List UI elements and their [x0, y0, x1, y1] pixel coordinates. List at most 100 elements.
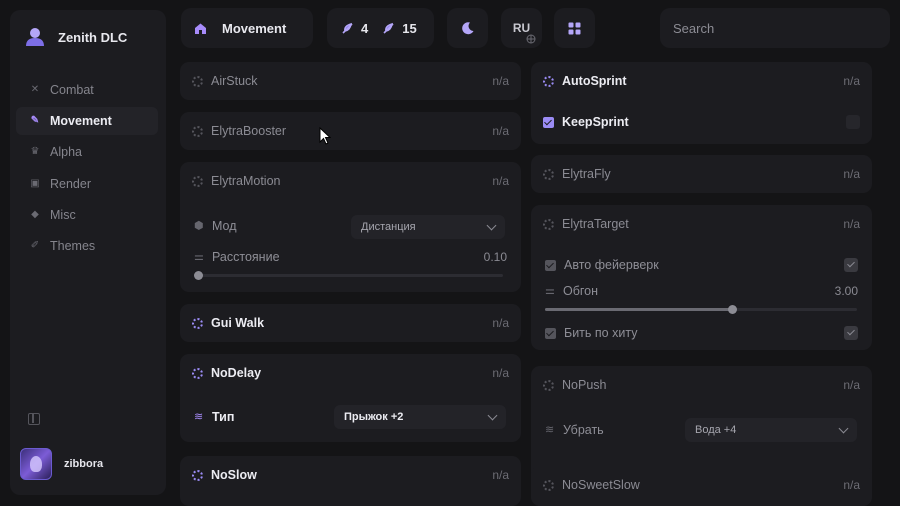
gear-icon[interactable] [192, 317, 203, 329]
keybind-label[interactable]: n/a [492, 174, 509, 188]
checkbox-checked-icon[interactable] [543, 116, 554, 128]
language-label: RU [512, 21, 531, 35]
keybind-label[interactable]: n/a [843, 217, 860, 231]
keybind-label[interactable]: n/a [492, 316, 509, 330]
gear-icon[interactable] [543, 479, 554, 491]
sidebar-item-label: Alpha [50, 145, 82, 160]
keybind-label[interactable]: n/a [843, 74, 860, 88]
distance-slider-track[interactable] [194, 271, 503, 280]
language-button[interactable]: RU [501, 8, 542, 48]
gear-icon[interactable] [192, 125, 203, 137]
theme-toggle-button[interactable] [447, 8, 488, 48]
slider-value: 3.00 [834, 284, 858, 298]
image-icon: ▣ [30, 177, 40, 189]
setting-hit[interactable]: Бить по хиту [545, 323, 858, 343]
keybind-label[interactable]: n/a [843, 167, 860, 181]
crown-icon: ♛ [30, 146, 40, 158]
module-card-noslow[interactable]: NoSlow n/a [180, 456, 521, 506]
select-value: Вода +4 [695, 424, 737, 436]
total-count-value: 15 [402, 20, 417, 36]
sidebar-item-render[interactable]: ▣ Render [16, 170, 158, 198]
user-profile[interactable]: zibbora [20, 448, 103, 480]
sidebar-item-misc[interactable]: ◆ Misc [16, 201, 158, 229]
module-name: ElytraFly [562, 167, 611, 181]
grid-view-button[interactable] [554, 8, 595, 48]
distance-slider-knob[interactable] [194, 271, 203, 280]
sidebar-collapse-icon[interactable] [28, 413, 40, 425]
sidebar-item-themes[interactable]: ✐ Themes [16, 232, 158, 260]
sidebar-item-movement[interactable]: ✎ Movement [16, 107, 158, 136]
keepsprint-toggle[interactable] [846, 115, 860, 129]
avatar [20, 448, 52, 480]
module-card-airstuck[interactable]: AirStuck n/a [180, 62, 521, 100]
search-box[interactable] [660, 8, 890, 48]
keybind-label[interactable]: n/a [492, 74, 509, 88]
brand-name: Zenith DLC [58, 29, 128, 45]
mouse-cursor-icon [319, 127, 331, 145]
gear-icon[interactable] [192, 175, 203, 187]
gear-icon[interactable] [543, 379, 554, 391]
username: zibbora [64, 458, 104, 470]
module-name: AutoSprint [562, 74, 627, 88]
breadcrumb[interactable]: Movement [181, 8, 313, 48]
grid-icon [568, 22, 581, 34]
sidebar-item-label: Themes [50, 238, 96, 253]
keybind-label[interactable]: n/a [492, 366, 509, 380]
sidebar-item-label: Misc [50, 207, 76, 222]
auto-firework-check[interactable] [844, 258, 858, 272]
slider-value: 0.10 [483, 250, 507, 264]
enabled-count-value: 4 [361, 20, 369, 36]
cube-icon: ⬢ [194, 219, 204, 232]
module-name: NoPush [562, 378, 607, 392]
module-card-nodelay[interactable]: NoDelay n/a ≋ Тип Прыжок +2 [180, 354, 521, 442]
search-input[interactable] [673, 20, 873, 36]
gear-icon[interactable] [543, 75, 554, 87]
keybind-label[interactable]: n/a [843, 478, 860, 492]
chevron-down-icon [486, 220, 497, 230]
module-name: NoSweetSlow [562, 478, 640, 492]
brush-icon: ✐ [30, 239, 40, 251]
module-name: ElytraMotion [211, 174, 281, 188]
keybind-label[interactable]: n/a [492, 124, 509, 138]
module-name: AirStuck [211, 74, 258, 88]
chevron-down-icon [838, 423, 849, 433]
sidebar-item-alpha[interactable]: ♛ Alpha [16, 138, 158, 166]
layers-icon: ≋ [545, 423, 555, 436]
setting-keepsprint[interactable]: KeepSprint [543, 112, 860, 132]
setting-label: Бить по хиту [564, 326, 638, 340]
remove-select[interactable]: Вода +4 [685, 418, 857, 442]
module-card-elytrabooster[interactable]: ElytraBooster n/a [180, 112, 521, 150]
hit-check[interactable] [844, 326, 858, 340]
module-name: Gui Walk [211, 316, 265, 330]
sliders-icon: ⚌ [545, 284, 555, 297]
overtake-slider-track[interactable] [545, 305, 857, 314]
overtake-slider-knob[interactable] [728, 305, 738, 314]
brand-logo-icon [26, 28, 44, 46]
gear-icon[interactable] [543, 168, 554, 180]
module-card-nosweetslow[interactable]: NoSweetSlow n/a [531, 466, 872, 506]
module-name: NoSlow [211, 468, 257, 482]
sliders-icon: ⚌ [194, 250, 204, 263]
keybind-label[interactable]: n/a [492, 468, 509, 482]
gear-icon[interactable] [543, 218, 554, 230]
module-card-guiwalk[interactable]: Gui Walk n/a [180, 304, 521, 342]
sidebar-nav: ✕ Combat ✎ Movement ♛ Alpha ▣ Render ◆ M… [16, 76, 158, 263]
overtake-slider-fill [545, 308, 733, 311]
gear-icon[interactable] [192, 75, 203, 87]
globe-icon [526, 34, 536, 44]
module-card-elytramotion[interactable]: ElytraMotion n/a ⬢ Мод Дистанция ⚌ Расст… [180, 162, 521, 292]
gear-icon[interactable] [192, 469, 203, 481]
sidebar-item-combat[interactable]: ✕ Combat [16, 76, 158, 104]
keybind-label[interactable]: n/a [843, 378, 860, 392]
checkbox-icon [545, 259, 556, 271]
mode-select[interactable]: Дистанция [351, 215, 505, 239]
module-card-elytratarget[interactable]: ElytraTarget n/a Авто фейерверк ⚌ Обгон … [531, 205, 872, 350]
module-card-elytrafly[interactable]: ElytraFly n/a [531, 155, 872, 193]
setting-auto-firework[interactable]: Авто фейерверк [545, 255, 858, 275]
gear-icon[interactable] [192, 367, 203, 379]
feather-icon [342, 22, 353, 34]
module-name: NoDelay [211, 366, 262, 380]
sidebar-item-label: Movement [50, 114, 112, 129]
module-card-autosprint[interactable]: AutoSprint n/a KeepSprint [531, 62, 872, 144]
type-select[interactable]: Прыжок +2 [334, 405, 506, 429]
